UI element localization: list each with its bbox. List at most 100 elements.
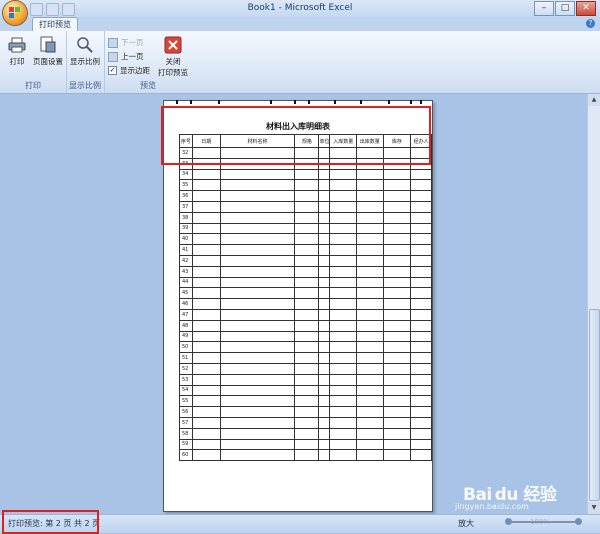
table-row: 46	[179, 298, 432, 310]
table-cell	[191, 211, 221, 224]
table-cell	[410, 427, 432, 440]
table-cell	[382, 287, 412, 300]
table-cell	[410, 298, 432, 310]
table-cell	[382, 438, 412, 451]
title-bar: Book1 - Microsoft Excel – □ ✕	[0, 0, 600, 17]
close-preview-icon	[164, 36, 182, 54]
table-cell	[191, 449, 221, 462]
table-cell	[410, 384, 432, 397]
table-row: 51	[179, 352, 432, 364]
table-cell	[219, 222, 296, 235]
margin-handle[interactable]	[270, 100, 272, 104]
table-cell	[191, 373, 221, 386]
row-number: 35	[179, 179, 193, 192]
minimize-button[interactable]: –	[534, 1, 554, 16]
table-cell	[318, 179, 331, 192]
table-cell	[294, 384, 320, 397]
table-cell	[294, 179, 320, 192]
table-cell	[219, 406, 296, 418]
table-cell	[294, 211, 320, 224]
office-logo-icon	[9, 7, 21, 19]
close-button[interactable]: ✕	[576, 1, 596, 16]
vertical-scrollbar[interactable]: ▲ ▼	[587, 94, 600, 514]
margin-handle[interactable]	[388, 100, 390, 104]
table-cell	[382, 373, 412, 386]
table-cell	[329, 449, 358, 462]
group-zoom: 显示比例 显示比例	[66, 31, 105, 93]
table-row: 44	[179, 276, 432, 289]
row-number: 55	[179, 395, 193, 408]
maximize-button[interactable]: □	[555, 1, 575, 16]
margin-handle[interactable]	[308, 100, 310, 104]
group-print: 打印 页面设置 打印	[0, 31, 67, 93]
scroll-up-icon[interactable]: ▲	[588, 94, 600, 106]
table-cell	[294, 449, 320, 462]
zoom-in-icon[interactable]	[575, 518, 582, 525]
table-cell	[356, 168, 384, 181]
table-cell	[382, 179, 412, 192]
page-setup-button[interactable]: 页面设置	[32, 36, 64, 67]
margin-handle[interactable]	[218, 100, 220, 104]
previous-page-button[interactable]: 上一页	[108, 51, 144, 62]
table-cell	[318, 406, 331, 418]
row-number: 45	[179, 287, 193, 300]
show-margins-checkbox[interactable]: ✓ 显示边距	[108, 65, 150, 76]
table-cell	[382, 384, 412, 397]
table-cell	[356, 276, 384, 289]
zoom-out-icon[interactable]	[505, 518, 512, 525]
row-number: 43	[179, 265, 193, 278]
zoom-slider[interactable]	[505, 518, 582, 525]
table-cell	[219, 265, 296, 278]
table-cell	[294, 222, 320, 235]
help-icon[interactable]: ?	[586, 19, 595, 28]
table-cell	[382, 319, 412, 332]
table-cell	[318, 341, 331, 354]
margin-handle[interactable]	[420, 100, 422, 104]
table-cell	[329, 341, 358, 354]
close-print-preview-button[interactable]: 关闭 打印预览	[156, 36, 190, 78]
table-cell	[329, 298, 358, 310]
table-cell	[410, 373, 432, 386]
zoom-button[interactable]: 显示比例	[68, 36, 102, 67]
baidu-watermark: Bai du 经验 jingyan.baidu.com	[455, 480, 595, 512]
margin-handle[interactable]	[294, 100, 296, 104]
table-cell	[191, 406, 221, 418]
table-cell	[318, 449, 331, 462]
table-row: 37	[179, 200, 432, 213]
table-cell	[329, 319, 358, 332]
scroll-thumb[interactable]	[589, 309, 600, 501]
table-cell	[382, 265, 412, 278]
table-cell	[382, 395, 412, 408]
table-cell	[219, 438, 296, 451]
next-page-button[interactable]: 下一页	[108, 37, 144, 48]
table-row: 59	[179, 438, 432, 451]
margin-handle[interactable]	[410, 100, 412, 104]
table-cell	[191, 352, 221, 364]
table-row: 49	[179, 330, 432, 343]
table-cell	[191, 395, 221, 408]
print-button[interactable]: 打印	[6, 36, 28, 67]
tab-print-preview[interactable]: 打印预览	[32, 17, 78, 31]
table-cell	[329, 308, 358, 321]
row-number: 58	[179, 427, 193, 440]
table-cell	[219, 200, 296, 213]
margin-handle[interactable]	[176, 100, 178, 104]
table-cell	[329, 373, 358, 386]
table-cell	[294, 168, 320, 181]
table-cell	[382, 211, 412, 224]
margin-handle[interactable]	[334, 100, 336, 104]
table-cell	[410, 233, 432, 246]
table-cell	[318, 373, 331, 386]
table-cell	[294, 190, 320, 202]
table-cell	[382, 298, 412, 310]
table-cell	[382, 200, 412, 213]
table-cell	[191, 384, 221, 397]
table-cell	[356, 352, 384, 364]
table-cell	[356, 373, 384, 386]
margin-handle[interactable]	[190, 100, 192, 104]
office-button[interactable]	[3, 1, 27, 25]
zoom-in-label[interactable]: 放大	[458, 518, 474, 529]
table-cell	[410, 362, 432, 375]
table-cell	[219, 287, 296, 300]
margin-handle[interactable]	[360, 100, 362, 104]
